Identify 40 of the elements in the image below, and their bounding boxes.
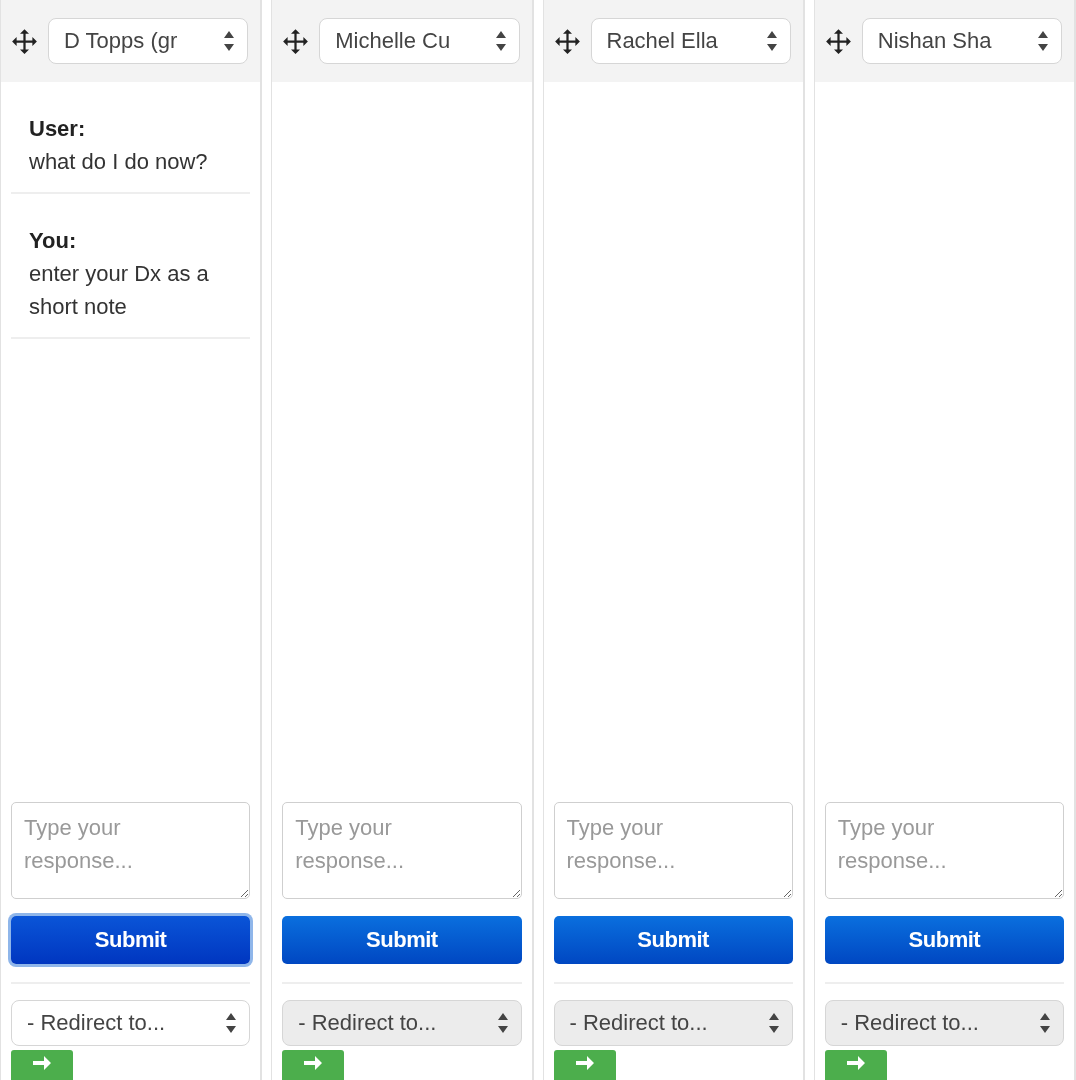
response-field[interactable]: Type your response... bbox=[824, 802, 1064, 899]
user-select[interactable]: Michelle Cu bbox=[319, 18, 520, 64]
sort-caret-icon bbox=[496, 1012, 509, 1034]
submit-button[interactable]: Submit bbox=[824, 916, 1064, 964]
message-text: what do I do now? bbox=[29, 148, 209, 176]
response-field[interactable]: Type your response... bbox=[11, 802, 251, 899]
go-button[interactable] bbox=[824, 1050, 887, 1080]
go-button[interactable] bbox=[11, 1050, 73, 1080]
message-author: You: bbox=[29, 227, 78, 255]
move-icon[interactable] bbox=[11, 27, 38, 55]
message-text: enter your Dx as a short note bbox=[29, 260, 210, 321]
message-author: User: bbox=[29, 115, 87, 143]
submit-button[interactable]: Submit bbox=[282, 916, 522, 964]
redirect-select[interactable]: - Redirect to... bbox=[11, 1000, 251, 1046]
sort-caret-icon bbox=[1037, 30, 1049, 52]
arrow-right-icon bbox=[303, 1054, 324, 1072]
response-field[interactable]: Type your response... bbox=[553, 802, 793, 899]
user-select[interactable]: Nishan Sha bbox=[861, 18, 1062, 64]
response-field[interactable]: Type your response... bbox=[282, 802, 522, 899]
sort-caret-icon bbox=[767, 1012, 780, 1034]
arrow-right-icon bbox=[574, 1054, 595, 1072]
arrow-right-icon bbox=[845, 1054, 866, 1072]
sort-caret-icon bbox=[765, 30, 778, 52]
redirect-select[interactable]: - Redirect to... bbox=[824, 1000, 1064, 1046]
move-icon[interactable] bbox=[824, 27, 852, 55]
user-select[interactable]: D Topps (gr bbox=[48, 18, 249, 64]
user-select[interactable]: Rachel Ella bbox=[590, 18, 791, 64]
move-icon[interactable] bbox=[282, 27, 310, 55]
sort-caret-icon bbox=[225, 1012, 238, 1034]
arrow-right-icon bbox=[32, 1054, 52, 1072]
submit-button[interactable]: Submit bbox=[553, 916, 793, 964]
submit-button[interactable]: Submit bbox=[11, 916, 251, 964]
sort-caret-icon bbox=[494, 30, 507, 52]
redirect-select[interactable]: - Redirect to... bbox=[553, 1000, 793, 1046]
sort-caret-icon bbox=[223, 30, 236, 52]
redirect-select[interactable]: - Redirect to... bbox=[282, 1000, 522, 1046]
go-button[interactable] bbox=[553, 1050, 616, 1080]
move-icon[interactable] bbox=[553, 27, 581, 55]
go-button[interactable] bbox=[282, 1050, 345, 1080]
sort-caret-icon bbox=[1039, 1012, 1051, 1034]
